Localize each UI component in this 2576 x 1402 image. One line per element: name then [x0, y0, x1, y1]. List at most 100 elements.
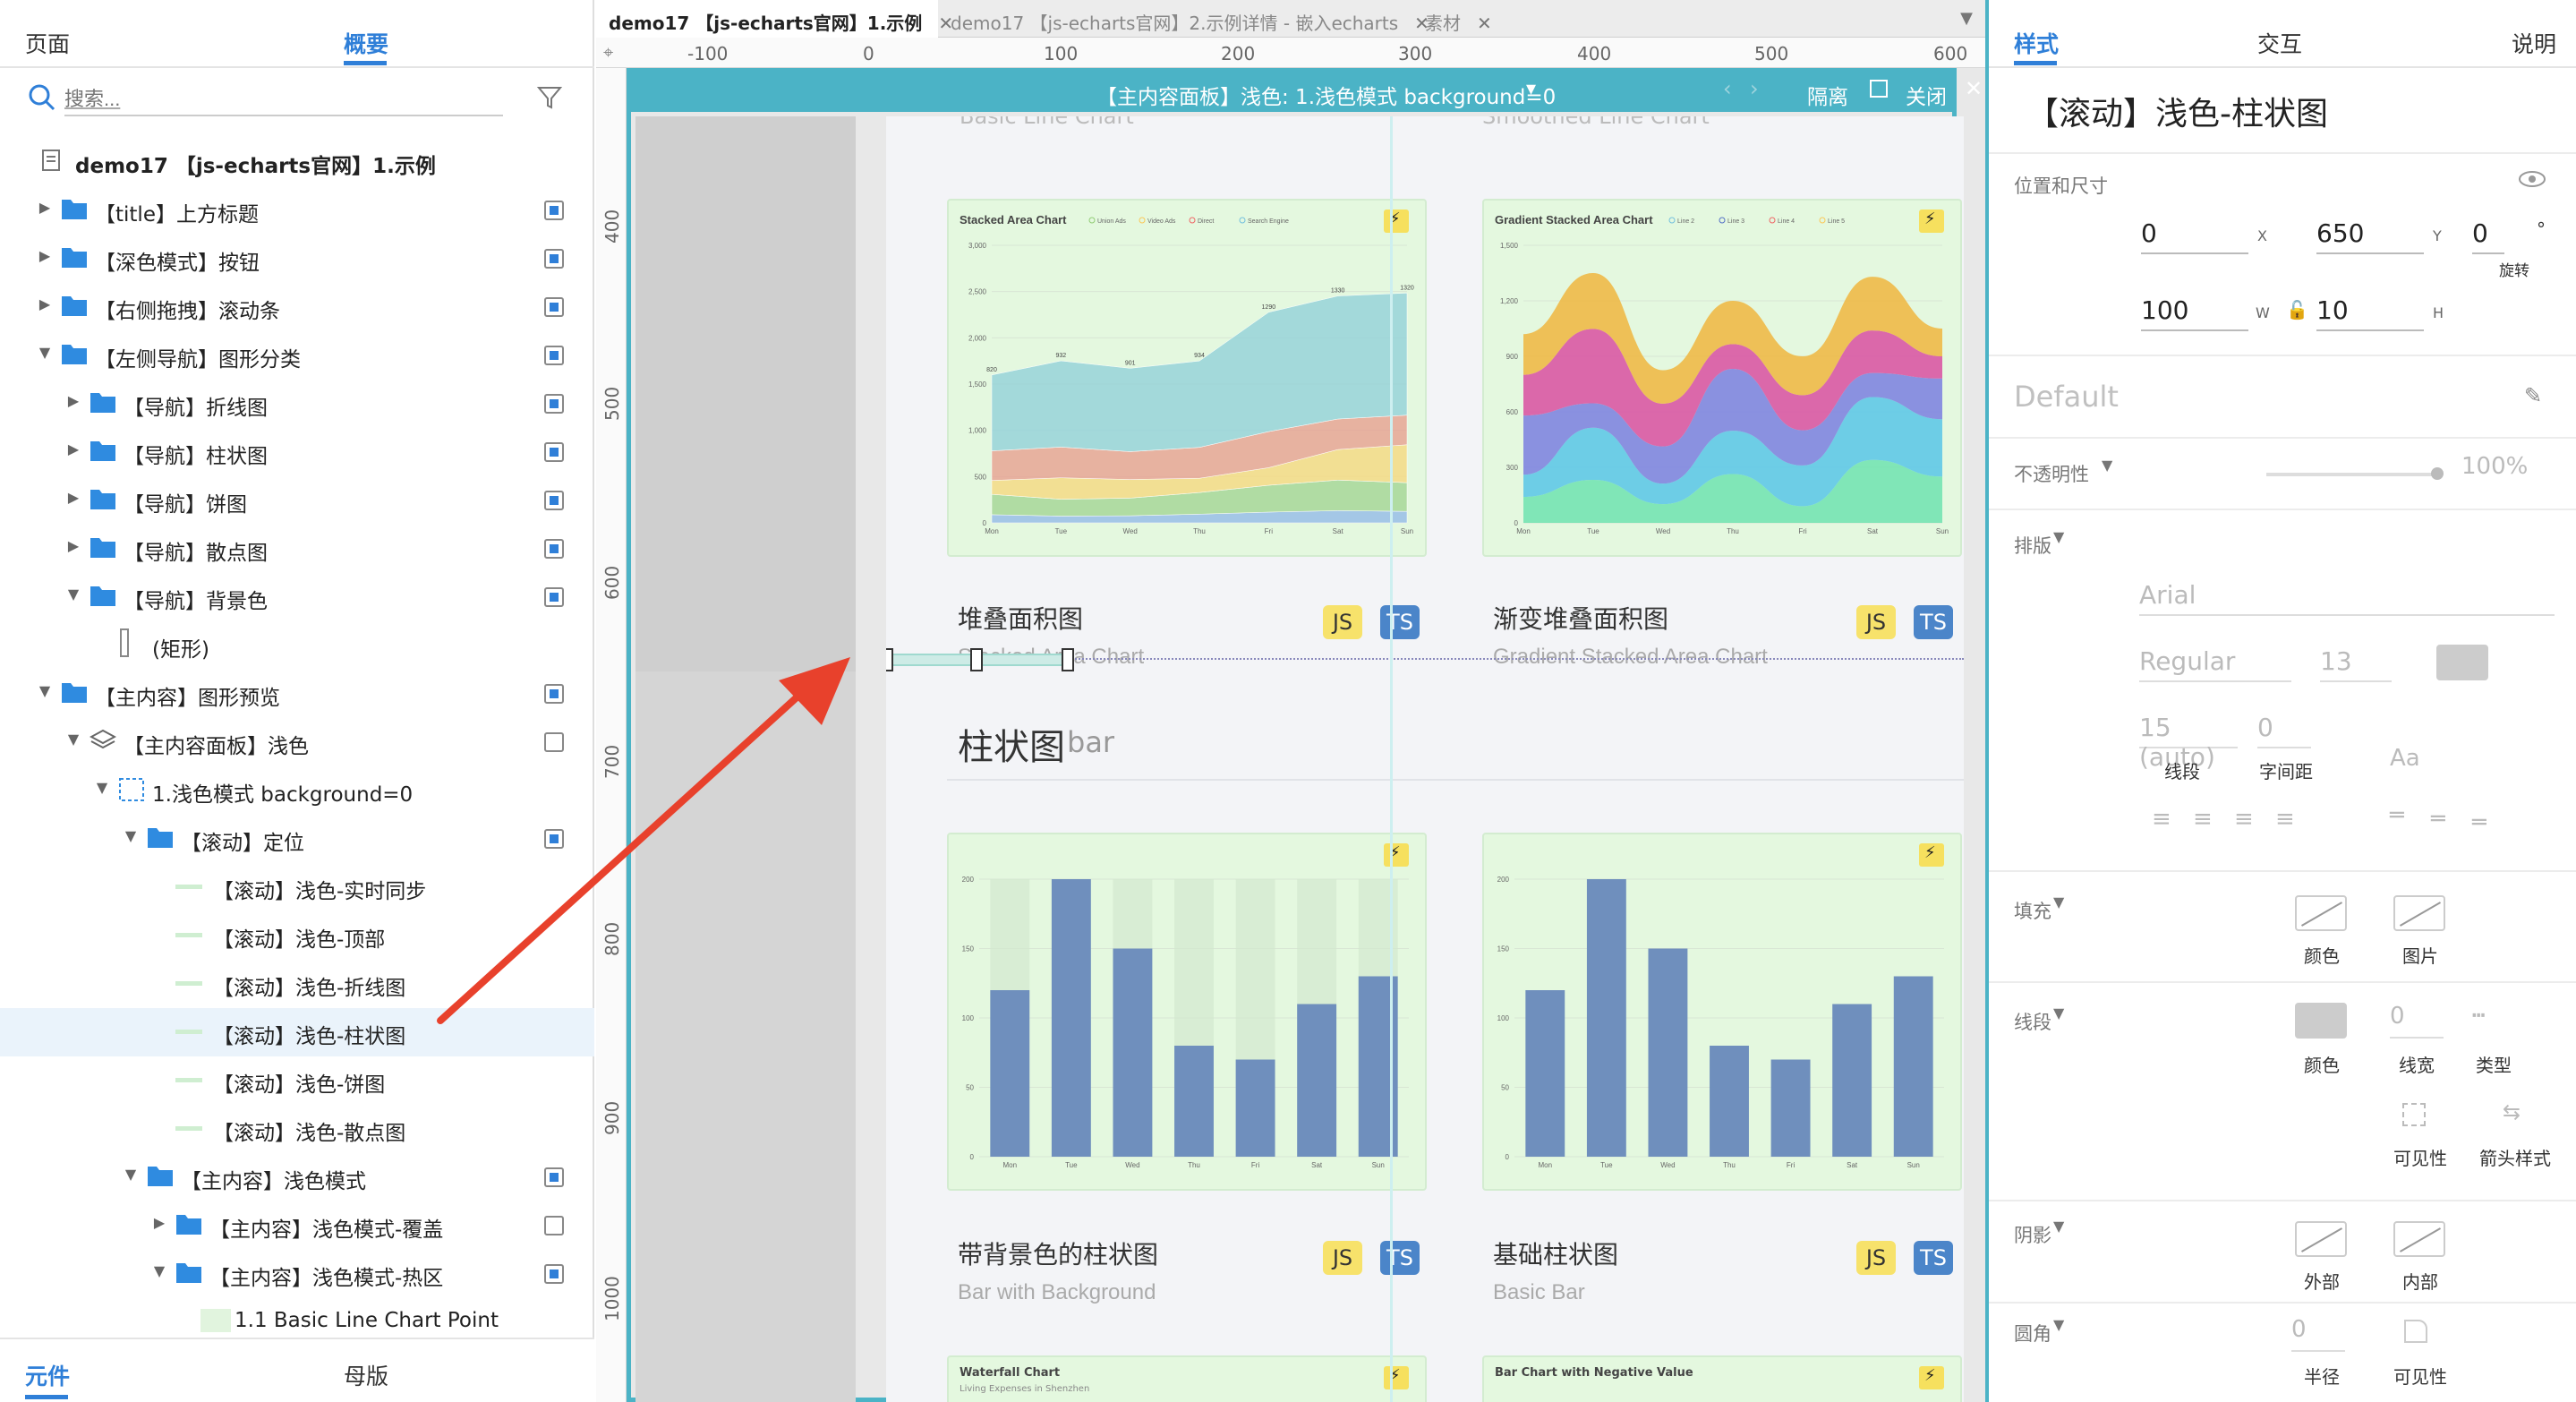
resize-handle[interactable] — [970, 648, 983, 671]
font-family-select[interactable]: Arial — [2139, 580, 2555, 616]
tab-style[interactable]: 样式 — [2014, 27, 2059, 59]
chart-card[interactable]: 0 50 100 150 200 Mon Tue Wed Thu Fri Sat Sun — [1482, 833, 1962, 1191]
ts-badge[interactable]: TS — [1914, 605, 1953, 639]
x-input[interactable]: 0 — [2141, 218, 2248, 254]
tree-row[interactable]: ▶ 【主内容】浅色模式-覆盖 — [0, 1201, 594, 1250]
collapse-arrow-icon[interactable]: ▼ — [64, 731, 82, 748]
tab-pages[interactable]: 页面 — [25, 27, 70, 59]
tab-notes[interactable]: 说明 — [2512, 27, 2556, 59]
tree-row[interactable]: ▼ 【左侧导航】图形分类 — [0, 331, 594, 380]
y-input[interactable]: 650 — [2316, 218, 2424, 254]
tree-row[interactable]: 【滚动】浅色-饼图 — [0, 1056, 594, 1105]
collapse-arrow-icon[interactable]: ▼ — [36, 344, 54, 362]
collapse-arrow-icon[interactable]: ▼ — [122, 1166, 140, 1184]
tree-row[interactable]: ▶ 【右侧拖拽】滚动条 — [0, 283, 594, 331]
inner-shadow-swatch[interactable] — [2393, 1221, 2445, 1257]
radius-input[interactable]: 0 — [2291, 1316, 2345, 1352]
widget-name[interactable]: 【滚动】浅色-柱状图 — [2026, 88, 2328, 134]
chart-card[interactable]: Waterfall Chart Living Expenses in Shenz… — [947, 1355, 1427, 1402]
shadow-label[interactable]: 阴影 — [2014, 1221, 2051, 1248]
filter-icon[interactable] — [535, 82, 566, 113]
stroke-type-icon[interactable]: ┅ — [2472, 1003, 2485, 1028]
align-justify-icon[interactable]: ≡ — [2275, 806, 2295, 833]
close-button[interactable]: 关闭 — [1906, 80, 1947, 110]
card-title-cn[interactable]: 带背景色的柱状图 — [958, 1235, 1158, 1271]
expand-arrow-icon[interactable]: ▶ — [64, 392, 82, 410]
visibility-toggle-icon[interactable] — [544, 442, 564, 462]
state-dropdown-icon[interactable]: ▾ — [1526, 78, 1536, 100]
chart-card[interactable]: 0 50 100 150 200 Mon Tue Wed Thu Fri Sat Sun — [947, 833, 1427, 1191]
tree-row[interactable]: ▶ 【导航】折线图 — [0, 380, 594, 428]
tree-row[interactable]: ▶ 【深色模式】按钮 — [0, 235, 594, 283]
align-center-icon[interactable]: ≡ — [2193, 806, 2213, 833]
align-left-icon[interactable]: ≡ — [2152, 806, 2171, 833]
chart-card[interactable]: Bar Chart with Negative Value — [1482, 1355, 1962, 1402]
tree-row[interactable]: ▶ 【导航】柱状图 — [0, 428, 594, 476]
lightning-icon[interactable] — [1384, 1366, 1409, 1389]
js-badge[interactable]: JS — [1323, 605, 1362, 639]
align-right-icon[interactable]: ≡ — [2234, 806, 2254, 833]
valign-top-icon[interactable]: ═ — [2390, 802, 2404, 829]
js-badge[interactable]: JS — [1856, 605, 1896, 639]
text-color-swatch[interactable] — [2436, 645, 2488, 680]
close-icon[interactable]: ✕ — [1965, 76, 1983, 101]
expand-arrow-icon[interactable]: ▶ — [36, 295, 54, 313]
visibility-toggle-icon[interactable] — [544, 1216, 564, 1235]
expand-arrow-icon[interactable]: ▶ — [64, 489, 82, 507]
opacity-label[interactable]: 不透明性 — [2014, 460, 2089, 487]
doc-tab-1[interactable]: demo17 【js-echarts官网】1.示例 ✕ — [596, 0, 953, 38]
visibility-toggle-icon[interactable] — [544, 587, 564, 607]
visibility-toggle-icon[interactable] — [544, 1264, 564, 1284]
resize-handle[interactable] — [1062, 648, 1074, 671]
tree-row[interactable]: 1.1 Basic Line Chart Point — [0, 1298, 594, 1338]
tree-row[interactable]: ▼ 【主内容】浅色模式-热区 — [0, 1250, 594, 1298]
collapse-arrow-icon[interactable]: ▼ — [36, 682, 54, 700]
ts-badge[interactable]: TS — [1380, 605, 1420, 639]
fill-label[interactable]: 填充 — [2014, 897, 2051, 924]
line-height-input[interactable]: 15 (auto) — [2139, 713, 2238, 772]
expand-arrow-icon[interactable]: ▶ — [36, 247, 54, 265]
stroke-width-input[interactable]: 0 — [2390, 1003, 2444, 1039]
height-input[interactable]: 10 — [2316, 295, 2424, 331]
card-title-cn[interactable]: 堆叠面积图 — [958, 600, 1083, 636]
edit-style-icon[interactable]: ✎ — [2524, 383, 2542, 408]
chevron-down-icon[interactable]: ▼ — [2053, 528, 2064, 545]
visibility-toggle-icon[interactable] — [544, 491, 564, 510]
tree-row[interactable]: ▼ 【导航】背景色 — [0, 573, 594, 621]
tree-row[interactable]: ▶ 【导航】散点图 — [0, 525, 594, 573]
ts-badge[interactable]: TS — [1380, 1241, 1420, 1275]
letter-spacing-input[interactable]: 0 — [2257, 713, 2311, 748]
chevron-down-icon[interactable]: ▼ — [2053, 893, 2064, 910]
next-state-icon[interactable]: › — [1750, 76, 1759, 101]
tab-outline[interactable]: 概要 — [344, 27, 388, 59]
radius-label[interactable]: 圆角 — [2014, 1320, 2051, 1346]
visibility-toggle-icon[interactable] — [544, 1167, 564, 1187]
collapse-arrow-icon[interactable]: ▼ — [93, 779, 111, 797]
search-input[interactable] — [64, 84, 503, 116]
tabs-overflow-icon[interactable]: ▼ — [1960, 9, 1973, 28]
chevron-down-icon[interactable]: ▼ — [2053, 1218, 2064, 1235]
close-icon[interactable]: ✕ — [1477, 13, 1492, 34]
arrow-style-icon[interactable]: ⇆ — [2503, 1099, 2521, 1124]
visibility-toggle-icon[interactable] — [544, 201, 564, 220]
ts-badge[interactable]: TS — [1914, 1241, 1953, 1275]
style-name[interactable]: Default — [2014, 380, 2119, 414]
visibility-icon[interactable] — [2402, 1103, 2426, 1126]
slider-handle[interactable] — [2431, 467, 2444, 480]
fill-image-swatch[interactable] — [2393, 895, 2445, 931]
tab-widgets[interactable]: 元件 — [25, 1359, 70, 1391]
expand-arrow-icon[interactable]: ▶ — [150, 1214, 168, 1232]
opacity-value[interactable]: 100% — [2461, 453, 2528, 480]
stroke-color-swatch[interactable] — [2295, 1003, 2347, 1039]
visibility-toggle-icon[interactable] — [544, 249, 564, 269]
tab-interaction[interactable]: 交互 — [2257, 27, 2302, 59]
visibility-toggle-icon[interactable] — [544, 394, 564, 414]
visibility-toggle-icon[interactable] — [544, 297, 564, 317]
chart-card[interactable]: Stacked Area Chart Union Ads Video Ads Dire… — [947, 199, 1427, 557]
js-badge[interactable]: JS — [1856, 1241, 1896, 1275]
text-case-icon[interactable]: Aa — [2390, 745, 2420, 772]
expand-arrow-icon[interactable]: ▶ — [64, 537, 82, 555]
valign-bottom-icon[interactable]: ═ — [2472, 809, 2486, 836]
typography-label[interactable]: 排版 — [2014, 532, 2051, 559]
stroke-label[interactable]: 线段 — [2014, 1008, 2051, 1035]
